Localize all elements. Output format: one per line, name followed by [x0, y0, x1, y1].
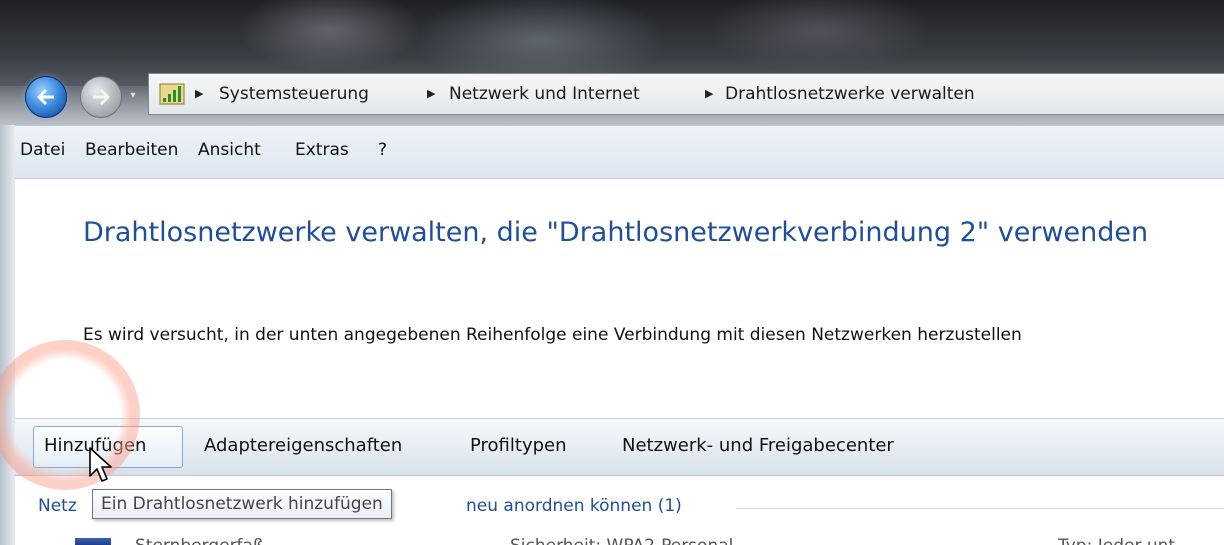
menu-help[interactable]: ? [378, 140, 387, 160]
back-button[interactable] [25, 76, 67, 118]
forward-arrow-icon [93, 89, 110, 105]
menu-datei[interactable]: Datei [20, 140, 65, 160]
network-type: Typ: Jeder unt [1058, 536, 1175, 545]
group-header-prefix: Netz [38, 496, 77, 516]
breadcrumb-separator[interactable]: ▶ [427, 74, 435, 114]
menu-ansicht[interactable]: Ansicht [198, 140, 261, 160]
forward-button[interactable] [80, 76, 122, 118]
recent-pages-dropdown[interactable]: ▾ [126, 88, 140, 104]
adapter-properties-button[interactable]: Adaptereigenschaften [204, 435, 402, 456]
breadcrumb-separator[interactable]: ▶ [705, 74, 713, 114]
network-list-item[interactable]: Sternbergerfaß Sicherheit: WPA2-Personal… [0, 530, 1224, 545]
command-bar: Hinzufügen Adaptereigenschaften Profilty… [15, 418, 1224, 476]
breadcrumb-systemsteuerung[interactable]: Systemsteuerung [219, 74, 369, 114]
group-header-suffix: neu anordnen können (1) [466, 496, 682, 516]
window-frame-edge [0, 125, 15, 545]
breadcrumb-netzwerk-und-internet[interactable]: Netzwerk und Internet [449, 74, 640, 114]
page-description: Es wird versucht, in der unten angegeben… [83, 325, 1022, 345]
add-network-tooltip: Ein Drahtlosnetzwerk hinzufügen [92, 489, 392, 519]
profile-types-button[interactable]: Profiltypen [470, 435, 567, 456]
menu-bearbeiten[interactable]: Bearbeiten [85, 140, 178, 160]
back-arrow-icon [37, 89, 54, 105]
mouse-pointer-icon [89, 447, 112, 482]
menu-bar: Datei Bearbeiten Ansicht Extras ? [15, 125, 1224, 179]
network-center-button[interactable]: Netzwerk- und Freigabecenter [622, 435, 894, 456]
menu-extras[interactable]: Extras [295, 140, 349, 160]
page-title: Drahtlosnetzwerke verwalten, die "Drahtl… [83, 217, 1149, 248]
breadcrumb-separator[interactable]: ▶ [195, 74, 203, 114]
network-security: Sicherheit: WPA2-Personal [510, 536, 733, 545]
network-signal-icon [159, 83, 185, 105]
address-bar[interactable]: ▶ Systemsteuerung ▶ Netzwerk und Interne… [148, 73, 1224, 115]
network-name: Sternbergerfaß [135, 536, 264, 545]
breadcrumb-drahtlosnetzwerke-verwalten[interactable]: Drahtlosnetzwerke verwalten [725, 74, 975, 114]
group-divider [736, 508, 1224, 509]
